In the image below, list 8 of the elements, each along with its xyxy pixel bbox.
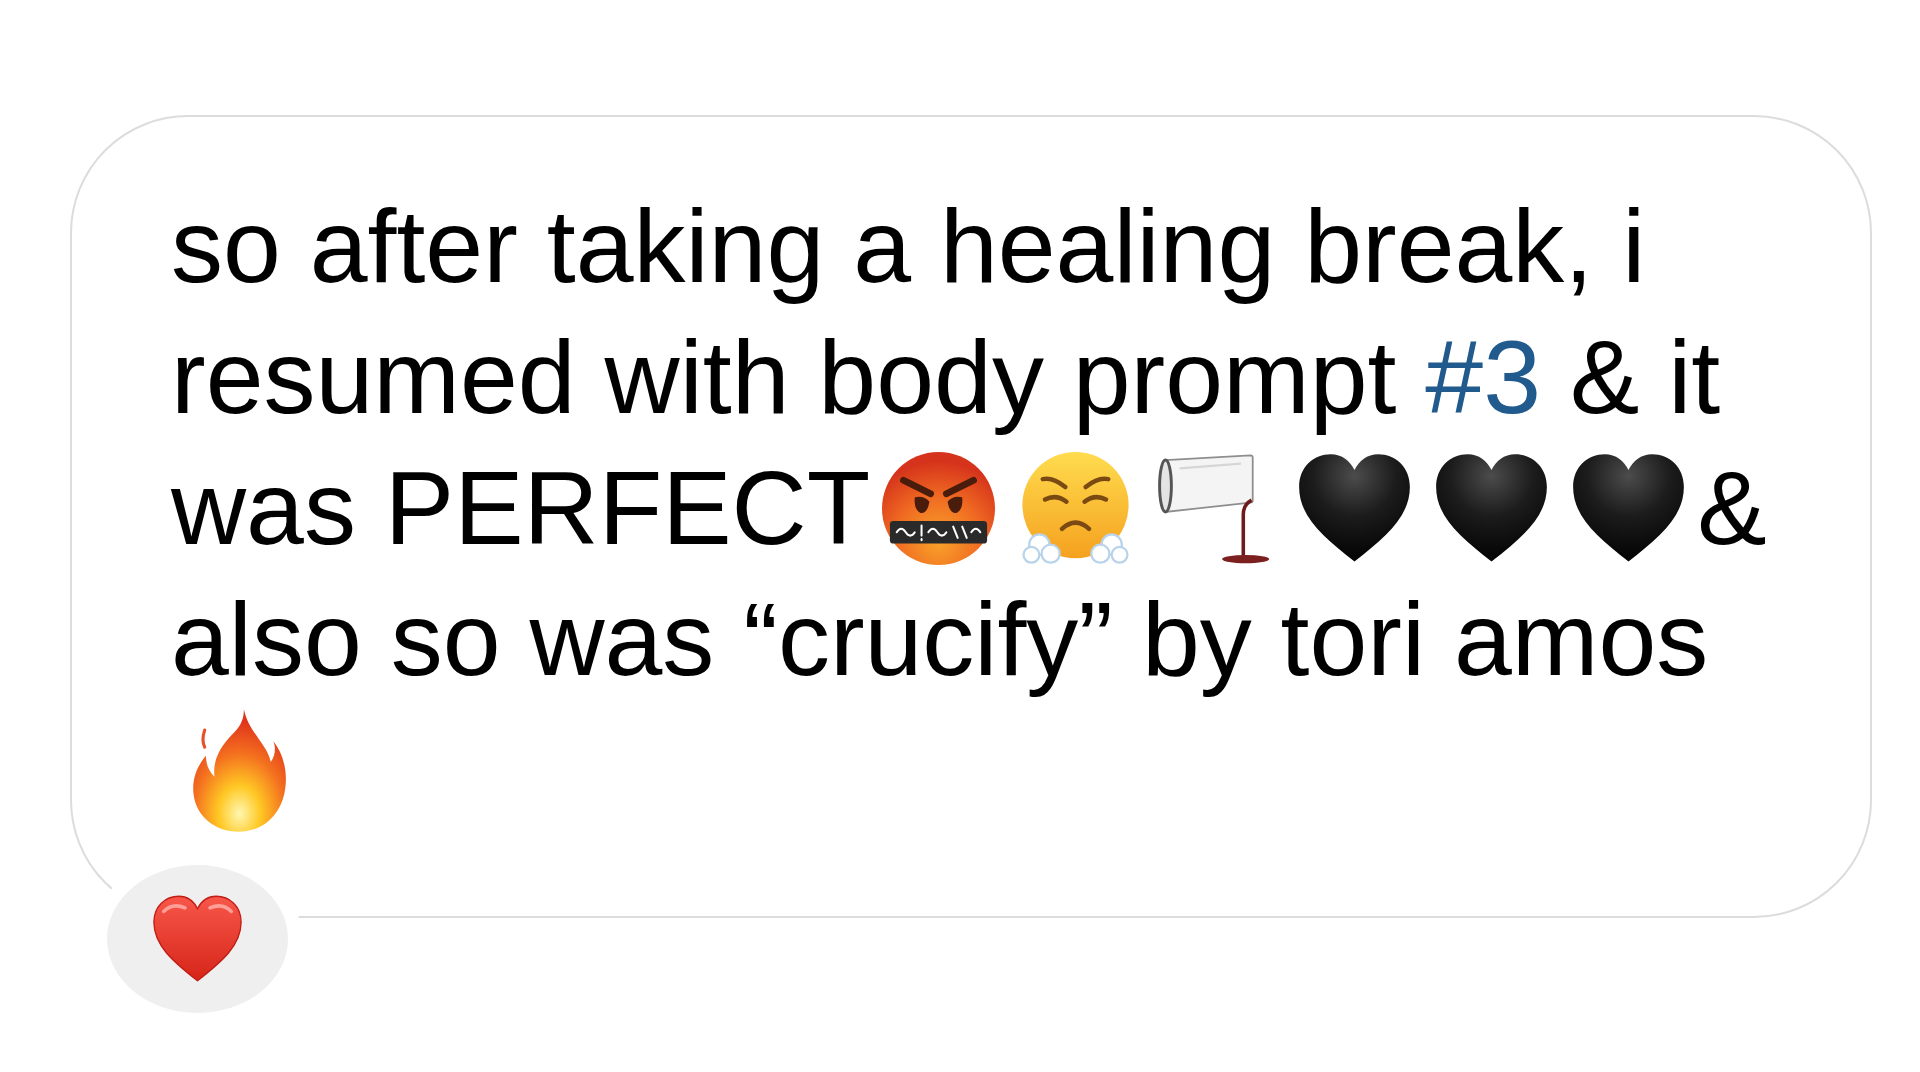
fire-icon — [190, 708, 288, 833]
heart-icon — [1298, 453, 1412, 564]
cursing-face-icon — [882, 452, 996, 565]
heart-icon — [153, 895, 242, 983]
heart-icon — [1572, 453, 1686, 564]
hashtag-link[interactable]: #3 — [1425, 312, 1542, 443]
heart-icon — [1435, 453, 1549, 564]
message-text: so after taking a healing break, i resumed with body prompt #3 & it was PERFECT & also so was “crucify” by tori amos — [171, 181, 1767, 836]
